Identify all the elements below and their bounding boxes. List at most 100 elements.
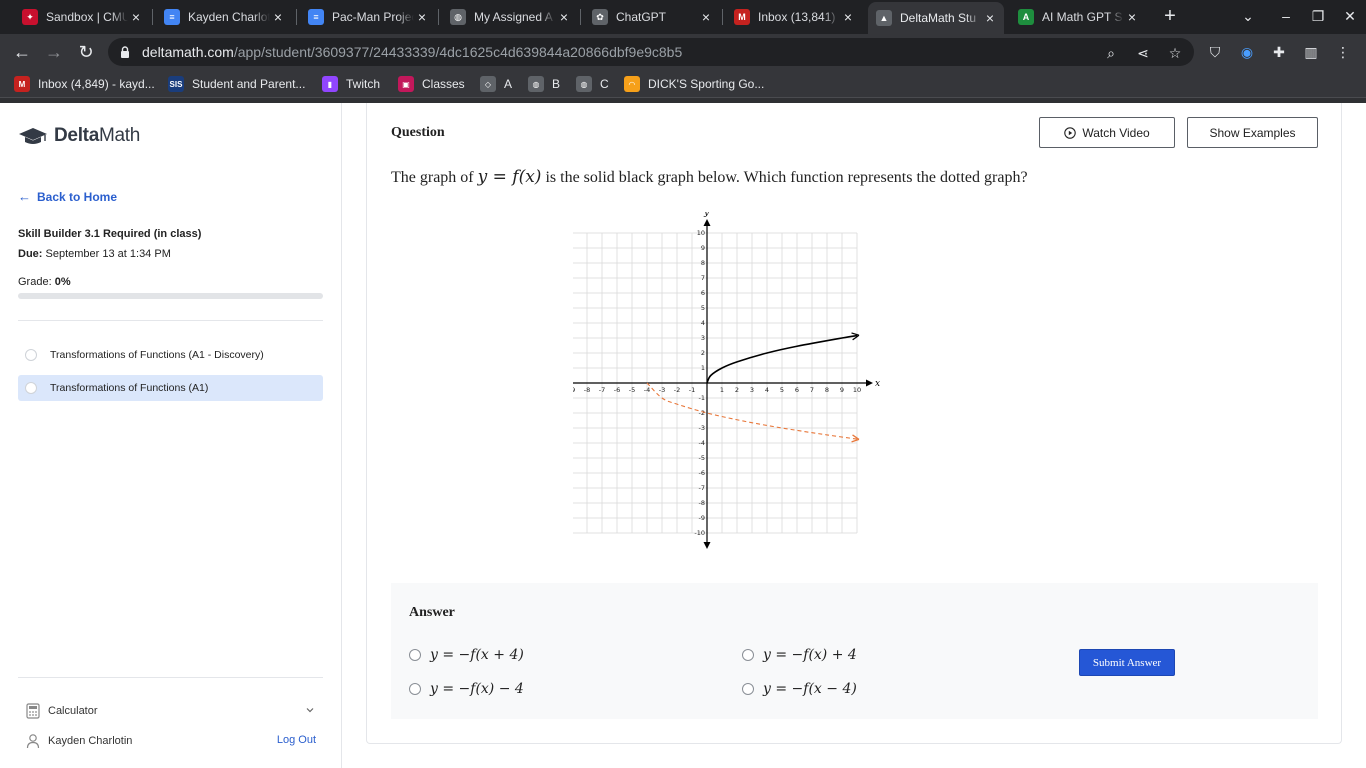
share-icon[interactable]: ⋖ [1134, 44, 1152, 62]
skill-item-discovery[interactable]: Transformations of Functions (A1 - Disco… [18, 342, 323, 368]
browser-tab[interactable]: M Inbox (13,841) × [726, 4, 862, 30]
bookmarks-bar: M Inbox (4,849) - kayd... SIS Student and P… [0, 70, 1366, 98]
browser-tab[interactable]: A AI Math GPT S × [1010, 4, 1146, 30]
bookmark-item[interactable]: ◍ C [576, 76, 609, 92]
globe-icon: ◍ [450, 9, 466, 25]
calculator-toggle[interactable]: Calculator [18, 701, 323, 721]
answer-option-4[interactable]: y = −f(x − 4) [742, 681, 857, 697]
new-tab-button[interactable]: + [1160, 6, 1180, 26]
x-tick-label: -4 [644, 386, 650, 394]
aimath-icon: A [1018, 9, 1034, 25]
grade-label: Grade: [18, 276, 52, 288]
gmail-icon: M [14, 76, 30, 92]
close-window-icon[interactable]: ✕ [1340, 8, 1360, 25]
close-tab-icon[interactable]: × [698, 9, 714, 25]
skill-item-a1[interactable]: Transformations of Functions (A1) [18, 375, 323, 401]
y-tick-label: 4 [701, 319, 705, 327]
skill-label: Transformations of Functions (A1 - Disco… [50, 349, 264, 361]
close-tab-icon[interactable]: × [270, 9, 286, 25]
forward-arrow-icon[interactable]: → [42, 40, 66, 64]
zoom-icon[interactable]: ⌕ [1102, 44, 1120, 62]
close-tab-icon[interactable]: × [840, 9, 856, 25]
answer-option-3[interactable]: y = −f(x) − 4 [409, 681, 524, 697]
tab-title: Sandbox | CMU [46, 10, 128, 24]
tab-separator [438, 9, 439, 25]
tab-separator [722, 9, 723, 25]
question-text: The graph of y = f(x) is the solid black… [391, 167, 1028, 187]
chatgpt-icon: ✿ [592, 9, 608, 25]
deltamath-logo[interactable]: Delta Math [18, 125, 140, 147]
bookmark-star-icon[interactable]: ☆ [1166, 44, 1184, 62]
bookmark-item[interactable]: M Inbox (4,849) - kayd... [14, 76, 155, 92]
docs-icon: ≡ [164, 9, 180, 25]
answer-option-2[interactable]: y = −f(x) + 4 [742, 647, 857, 663]
tab-title: AI Math GPT S [1042, 10, 1123, 24]
answer-option-text: y = −f(x − 4) [763, 681, 857, 697]
due-label: Due: [18, 248, 43, 260]
bookmark-item[interactable]: ▣ Classes [398, 76, 465, 92]
browser-tab[interactable]: ◍ My Assigned A × [442, 4, 578, 30]
close-tab-icon[interactable]: × [1124, 9, 1140, 25]
show-examples-button[interactable]: Show Examples [1187, 117, 1318, 148]
user-icon [26, 734, 40, 749]
y-tick-label: 8 [701, 259, 705, 267]
bookmark-item[interactable]: ◍ B [528, 76, 560, 92]
browser-tab[interactable]: ≡ Pac-Man Project × [300, 4, 436, 30]
skill-status-circle-icon [25, 349, 37, 361]
x-tick-label: 3 [750, 386, 754, 394]
globe-icon: ◍ [528, 76, 544, 92]
browser-tab[interactable]: ≡ Kayden Charlotin× [156, 4, 292, 30]
y-tick-label: -6 [699, 469, 705, 477]
cmu-icon: ✦ [22, 9, 38, 25]
tab-search-icon[interactable]: ⌄ [1238, 8, 1258, 25]
minimize-icon[interactable]: – [1276, 8, 1296, 24]
x-tick-label: -8 [584, 386, 590, 394]
extension-vpn-icon[interactable]: ◉ [1238, 43, 1256, 61]
y-tick-label: -4 [699, 439, 705, 447]
deltamath-icon: ▲ [876, 10, 892, 26]
submit-answer-button[interactable]: Submit Answer [1079, 649, 1175, 676]
docs-icon: ≡ [308, 9, 324, 25]
bookmark-item[interactable]: ◇ A [480, 76, 512, 92]
logo-text-math: Math [98, 125, 141, 146]
extensions-puzzle-icon[interactable]: ✚ [1270, 43, 1288, 61]
tab-title: ChatGPT [616, 10, 667, 24]
close-tab-icon[interactable]: × [982, 10, 998, 26]
menu-kebab-icon[interactable]: ⋮ [1334, 43, 1352, 61]
close-tab-icon[interactable]: × [414, 9, 430, 25]
back-arrow-icon[interactable]: ← [10, 40, 34, 64]
bookmark-item[interactable]: ▮ Twitch [322, 76, 380, 92]
radio-button[interactable] [409, 649, 421, 661]
y-tick-label: 2 [701, 349, 705, 357]
browser-tab[interactable]: ▲ DeltaMath Stu × [868, 2, 1004, 34]
x-tick-label: 6 [795, 386, 799, 394]
x-axis-label: x [875, 379, 880, 389]
radio-button[interactable] [409, 683, 421, 695]
side-panel-icon[interactable]: ▥ [1302, 43, 1320, 61]
log-out-link[interactable]: Log Out [277, 734, 316, 746]
radio-button[interactable] [742, 649, 754, 661]
x-tick-label: 2 [735, 386, 739, 394]
y-tick-label: 9 [701, 244, 705, 252]
answer-option-1[interactable]: y = −f(x + 4) [409, 647, 524, 663]
browser-tab[interactable]: ✿ ChatGPT × [584, 4, 720, 30]
reload-icon[interactable]: ↻ [74, 40, 98, 64]
left-arrow-icon: ← [18, 189, 31, 204]
calculator-label: Calculator [48, 705, 98, 717]
extension-shield-icon[interactable]: ⛉ [1206, 43, 1224, 61]
browser-tab[interactable]: ✦ Sandbox | CMU × [14, 4, 150, 30]
radio-button[interactable] [742, 683, 754, 695]
close-tab-icon[interactable]: × [128, 9, 144, 25]
watch-video-button[interactable]: Watch Video [1039, 117, 1175, 148]
close-tab-icon[interactable]: × [556, 9, 572, 25]
address-bar[interactable]: deltamath.com/app/student/3609377/244333… [108, 38, 1194, 66]
bookmark-item[interactable]: SIS Student and Parent... [168, 76, 305, 92]
y-tick-label: -3 [699, 424, 705, 432]
restore-icon[interactable]: ❐ [1308, 8, 1328, 25]
bookmark-item[interactable]: ◠ DICK'S Sporting Go... [624, 76, 764, 92]
y-axis-arrow-top [703, 219, 711, 226]
bookmark-label: Twitch [346, 77, 381, 91]
lock-icon [121, 46, 129, 58]
back-to-home-link[interactable]: ← Back to Home [18, 189, 117, 204]
user-name: Kayden Charlotin [48, 735, 133, 747]
